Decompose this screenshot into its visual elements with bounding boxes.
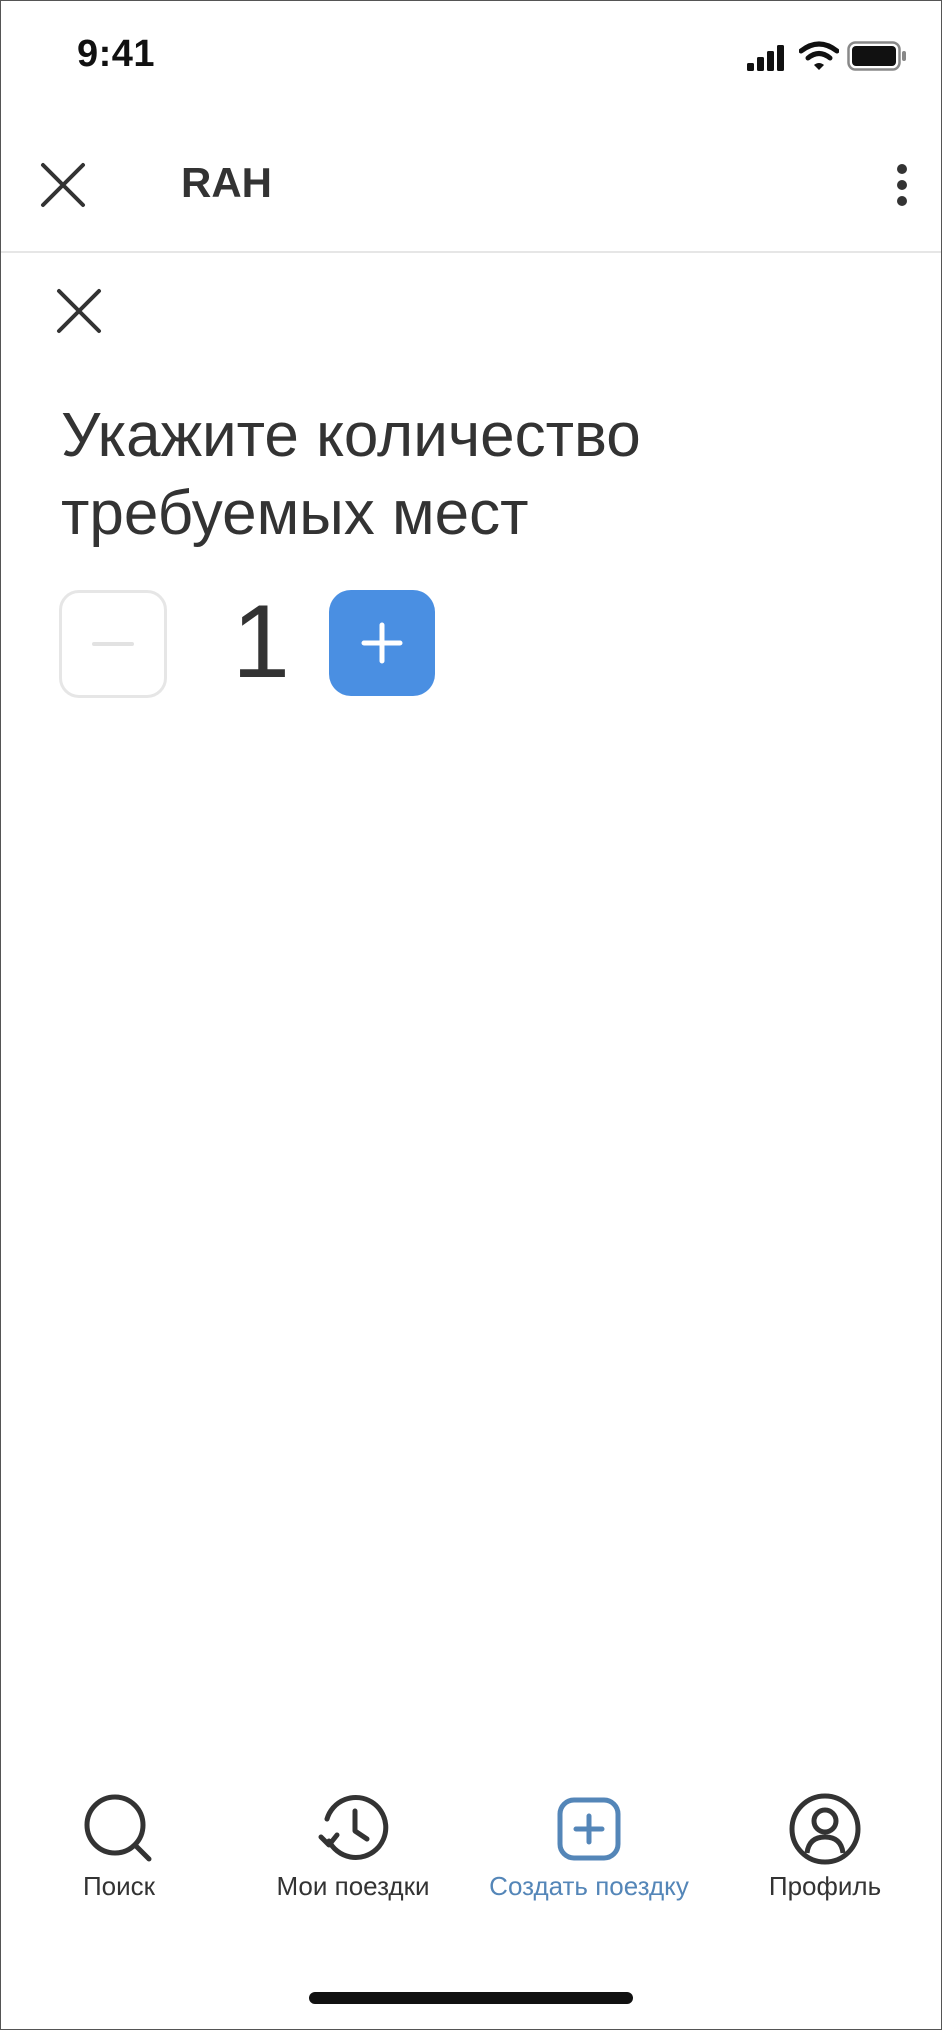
battery-icon bbox=[847, 41, 906, 71]
prompt-line-2: требуемых мест bbox=[61, 479, 529, 548]
cellular-signal-icon bbox=[747, 45, 784, 71]
seats-prompt-title: Укажите количество требуемых мест bbox=[61, 397, 861, 553]
close-icon[interactable] bbox=[35, 157, 91, 213]
profile-icon bbox=[789, 1793, 861, 1865]
app-header: RAH bbox=[1, 113, 941, 253]
home-indicator[interactable] bbox=[309, 1992, 633, 2004]
increase-seats-button[interactable] bbox=[329, 590, 435, 696]
more-options-icon[interactable] bbox=[887, 157, 917, 213]
phone-screen: 9:41 RAH Укажите количество требуемых ме… bbox=[0, 0, 942, 2030]
plus-icon bbox=[361, 622, 403, 664]
nav-label-create-trip: Создать поездку bbox=[489, 1871, 689, 1901]
search-icon bbox=[84, 1794, 152, 1862]
nav-label-my-trips: Мои поездки bbox=[276, 1871, 430, 1901]
seats-count-value: 1 bbox=[232, 584, 290, 700]
nav-item-create-trip[interactable]: Создать поездку bbox=[479, 1781, 699, 1911]
nav-item-my-trips[interactable]: Мои поездки bbox=[243, 1781, 463, 1911]
prompt-line-1: Укажите количество bbox=[61, 401, 641, 470]
nav-label-profile: Профиль bbox=[768, 1871, 882, 1901]
bottom-navigation: Поиск Мои поездки Создать поездку Профил… bbox=[1, 1781, 941, 1921]
nav-item-search[interactable]: Поиск bbox=[9, 1781, 229, 1911]
nav-label-search: Поиск bbox=[82, 1871, 156, 1901]
wifi-icon bbox=[799, 41, 839, 70]
history-icon bbox=[318, 1795, 389, 1860]
minus-icon bbox=[92, 642, 134, 646]
status-time: 9:41 bbox=[77, 33, 156, 75]
app-title: RAH bbox=[181, 159, 272, 206]
add-square-icon bbox=[557, 1797, 621, 1861]
dismiss-icon[interactable] bbox=[49, 281, 109, 341]
status-bar: 9:41 bbox=[1, 1, 941, 113]
decrease-seats-button[interactable] bbox=[59, 590, 167, 698]
nav-item-profile[interactable]: Профиль bbox=[715, 1781, 935, 1911]
